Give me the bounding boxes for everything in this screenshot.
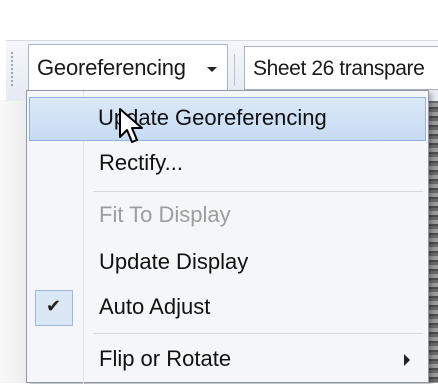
menu-item-label: Rectify... bbox=[99, 150, 183, 175]
chevron-down-icon bbox=[207, 67, 217, 72]
menu-item-auto-adjust[interactable]: ✔ Auto Adjust bbox=[29, 286, 426, 330]
menu-separator bbox=[93, 333, 423, 334]
chevron-right-icon bbox=[404, 354, 410, 366]
menu-separator bbox=[93, 191, 423, 192]
menu-item-update-display[interactable]: Update Display bbox=[29, 241, 426, 285]
toolbar-grip-handle[interactable] bbox=[10, 51, 14, 87]
menu-item-fit-to-display: Fit To Display bbox=[29, 194, 426, 238]
toolbar-separator bbox=[234, 54, 235, 86]
georeferencing-dropdown-menu: Update Georeferencing Rectify... Fit To … bbox=[26, 90, 429, 384]
layer-select-dropdown[interactable]: Sheet 26 transpare bbox=[244, 46, 438, 90]
menu-item-label: Auto Adjust bbox=[99, 294, 211, 319]
mouse-cursor-icon bbox=[119, 108, 143, 143]
menu-item-rectify[interactable]: Rectify... bbox=[29, 142, 426, 186]
georeferencing-menu-button[interactable]: Georeferencing bbox=[28, 44, 228, 92]
checkmark-icon: ✔ bbox=[35, 290, 73, 326]
georeferencing-menu-label: Georeferencing bbox=[37, 55, 186, 80]
menu-item-flip-or-rotate[interactable]: Flip or Rotate bbox=[29, 338, 426, 382]
map-canvas-edge bbox=[0, 100, 26, 383]
map-canvas[interactable] bbox=[428, 100, 438, 383]
menu-item-update-georeferencing[interactable]: Update Georeferencing bbox=[29, 97, 426, 141]
application-window: Georeferencing Sheet 26 transpare Update… bbox=[0, 0, 438, 384]
menu-item-label: Update Display bbox=[99, 249, 249, 274]
menu-item-label: Fit To Display bbox=[99, 202, 231, 227]
layer-select-value: Sheet 26 transpare bbox=[253, 57, 425, 80]
menu-item-label: Flip or Rotate bbox=[99, 346, 232, 371]
